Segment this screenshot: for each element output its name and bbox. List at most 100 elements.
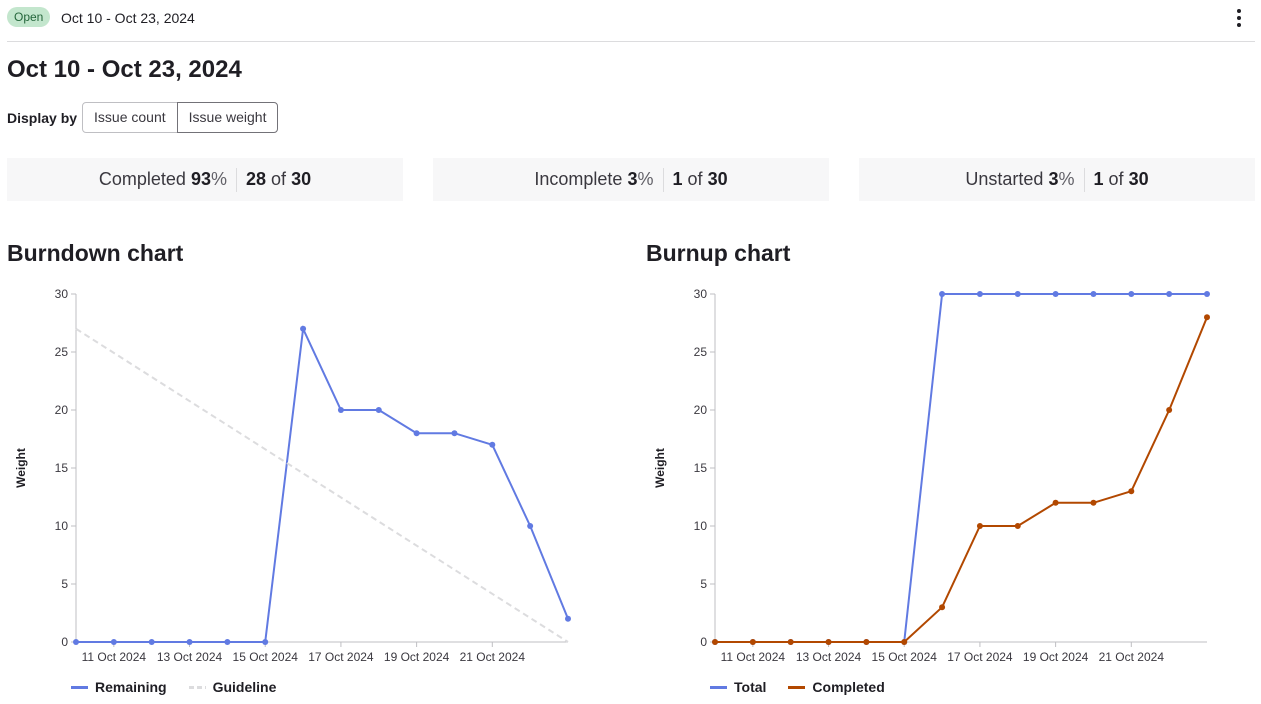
- stat-total: 30: [291, 169, 312, 189]
- stat-total: 30: [1128, 169, 1149, 189]
- data-point-remaining: [375, 407, 382, 413]
- stat-completed: Completed 93% 28 of 30: [7, 158, 403, 201]
- y-tick-label: 20: [694, 403, 708, 417]
- data-point-remaining: [413, 430, 420, 437]
- x-tick-label: 15 Oct 2024: [233, 650, 299, 664]
- y-tick-label: 0: [700, 635, 707, 649]
- x-tick-label: 15 Oct 2024: [872, 650, 938, 664]
- data-point-completed: [939, 604, 946, 611]
- burndown-legend: Remaining Guideline: [71, 679, 298, 695]
- data-point-total: [1128, 291, 1135, 297]
- data-point-total: [976, 291, 983, 297]
- y-axis-label: Weight: [653, 448, 667, 488]
- data-point-completed: [749, 639, 756, 645]
- data-point-completed: [1166, 407, 1173, 413]
- y-tick-label: 15: [694, 461, 708, 475]
- burnup-chart: 0 5 10 15 20 25 30 11 Oct 2024 13 Oct 2024 15 Oct…: [653, 287, 1210, 664]
- x-tick-label: 21 Oct 2024: [1099, 650, 1165, 664]
- y-tick-label: 20: [55, 403, 69, 417]
- data-point-remaining: [186, 639, 193, 645]
- divider: [236, 167, 237, 192]
- data-point-completed: [712, 639, 718, 645]
- kebab-vertical-icon[interactable]: [1231, 7, 1247, 29]
- stat-percent: 93: [190, 169, 211, 189]
- series-line-completed: [715, 316, 1208, 643]
- y-tick-label: 30: [694, 287, 708, 301]
- burnup-chart-title: Burnup chart: [646, 240, 791, 266]
- stat-total: 30: [707, 169, 728, 189]
- y-tick-label: 10: [55, 519, 69, 533]
- stat-incomplete: Incomplete 3% 1 of 30: [433, 158, 829, 201]
- top-bar: Open Oct 10 - Oct 23, 2024: [7, 0, 1255, 42]
- data-point-remaining: [73, 639, 79, 645]
- x-tick-label: 13 Oct 2024: [796, 650, 862, 664]
- y-tick-label: 0: [61, 635, 68, 649]
- legend-swatch: [71, 685, 88, 689]
- x-tick-label: 13 Oct 2024: [157, 650, 223, 664]
- stat-label: Unstarted: [965, 169, 1044, 189]
- stat-count: 1: [1093, 169, 1104, 189]
- stat-percent-sign: %: [210, 169, 227, 189]
- stat-unstarted: Unstarted 3% 1 of 30: [859, 158, 1255, 201]
- x-tick-label: 19 Oct 2024: [1023, 650, 1089, 664]
- y-tick-label: 30: [55, 287, 69, 301]
- y-tick-label: 5: [61, 577, 68, 591]
- divider: [662, 167, 664, 192]
- issue-weight-button[interactable]: Issue weight: [176, 102, 279, 133]
- y-tick-label: 25: [694, 345, 708, 359]
- data-point-remaining: [337, 407, 344, 413]
- display-by-control: Display by Issue count Issue weight: [7, 102, 279, 133]
- iteration-dates: Oct 10 - Oct 23, 2024: [61, 10, 195, 26]
- data-point-completed: [863, 639, 870, 645]
- data-point-remaining: [300, 325, 307, 332]
- data-point-completed: [976, 523, 983, 529]
- data-point-total: [1090, 291, 1097, 297]
- stat-percent: 3: [627, 169, 638, 189]
- burndown-chart-title: Burndown chart: [7, 240, 184, 266]
- data-point-remaining: [224, 639, 231, 645]
- data-point-completed: [825, 639, 832, 645]
- legend-item-completed[interactable]: Completed: [788, 679, 885, 695]
- stat-of: of: [271, 169, 287, 189]
- legend-item-guideline[interactable]: Guideline: [188, 679, 277, 695]
- data-point-completed: [1014, 523, 1021, 529]
- legend-item-total[interactable]: Total: [710, 679, 766, 695]
- data-point-total: [1014, 291, 1021, 297]
- x-tick-label: 11 Oct 2024: [721, 650, 786, 664]
- stat-percent-sign: %: [1058, 169, 1075, 189]
- x-tick-label: 17 Oct 2024: [947, 650, 1013, 664]
- stat-label: Completed: [98, 169, 186, 189]
- data-point-total: [939, 291, 946, 297]
- data-point-completed: [901, 639, 908, 645]
- x-tick-label: 21 Oct 2024: [460, 650, 526, 664]
- data-point-remaining: [148, 639, 155, 645]
- legend-label: Guideline: [212, 679, 277, 695]
- data-point-remaining: [451, 430, 458, 437]
- y-tick-label: 10: [694, 519, 708, 533]
- legend-item-remaining[interactable]: Remaining: [71, 679, 167, 695]
- data-point-remaining: [527, 523, 534, 529]
- data-point-remaining: [110, 639, 117, 645]
- divider: [1083, 167, 1085, 192]
- legend-label: Remaining: [95, 679, 167, 695]
- data-point-completed: [1204, 314, 1210, 321]
- data-point-total: [1204, 291, 1210, 297]
- stat-percent: 3: [1048, 169, 1059, 189]
- stat-count: 28: [246, 169, 267, 189]
- burndown-chart: 0 5 10 15 20 25 30 11 Oct 2024 13 Oct 2024 15 Oct…: [14, 287, 571, 664]
- data-point-remaining: [565, 615, 571, 622]
- display-by-segmented-control: Issue count Issue weight: [82, 102, 279, 133]
- data-point-completed: [1052, 499, 1059, 506]
- y-tick-label: 15: [55, 461, 69, 475]
- data-point-completed: [787, 639, 794, 645]
- x-tick-label: 11 Oct 2024: [82, 650, 147, 664]
- data-point-total: [1052, 291, 1059, 297]
- y-tick-label: 25: [55, 345, 69, 359]
- legend-swatch: [710, 685, 727, 689]
- legend-swatch: [188, 685, 206, 689]
- series-line-total: [715, 293, 1207, 643]
- legend-label: Completed: [812, 679, 885, 695]
- issue-count-button[interactable]: Issue count: [82, 102, 178, 133]
- data-point-completed: [1128, 488, 1135, 495]
- stat-of: of: [687, 169, 703, 189]
